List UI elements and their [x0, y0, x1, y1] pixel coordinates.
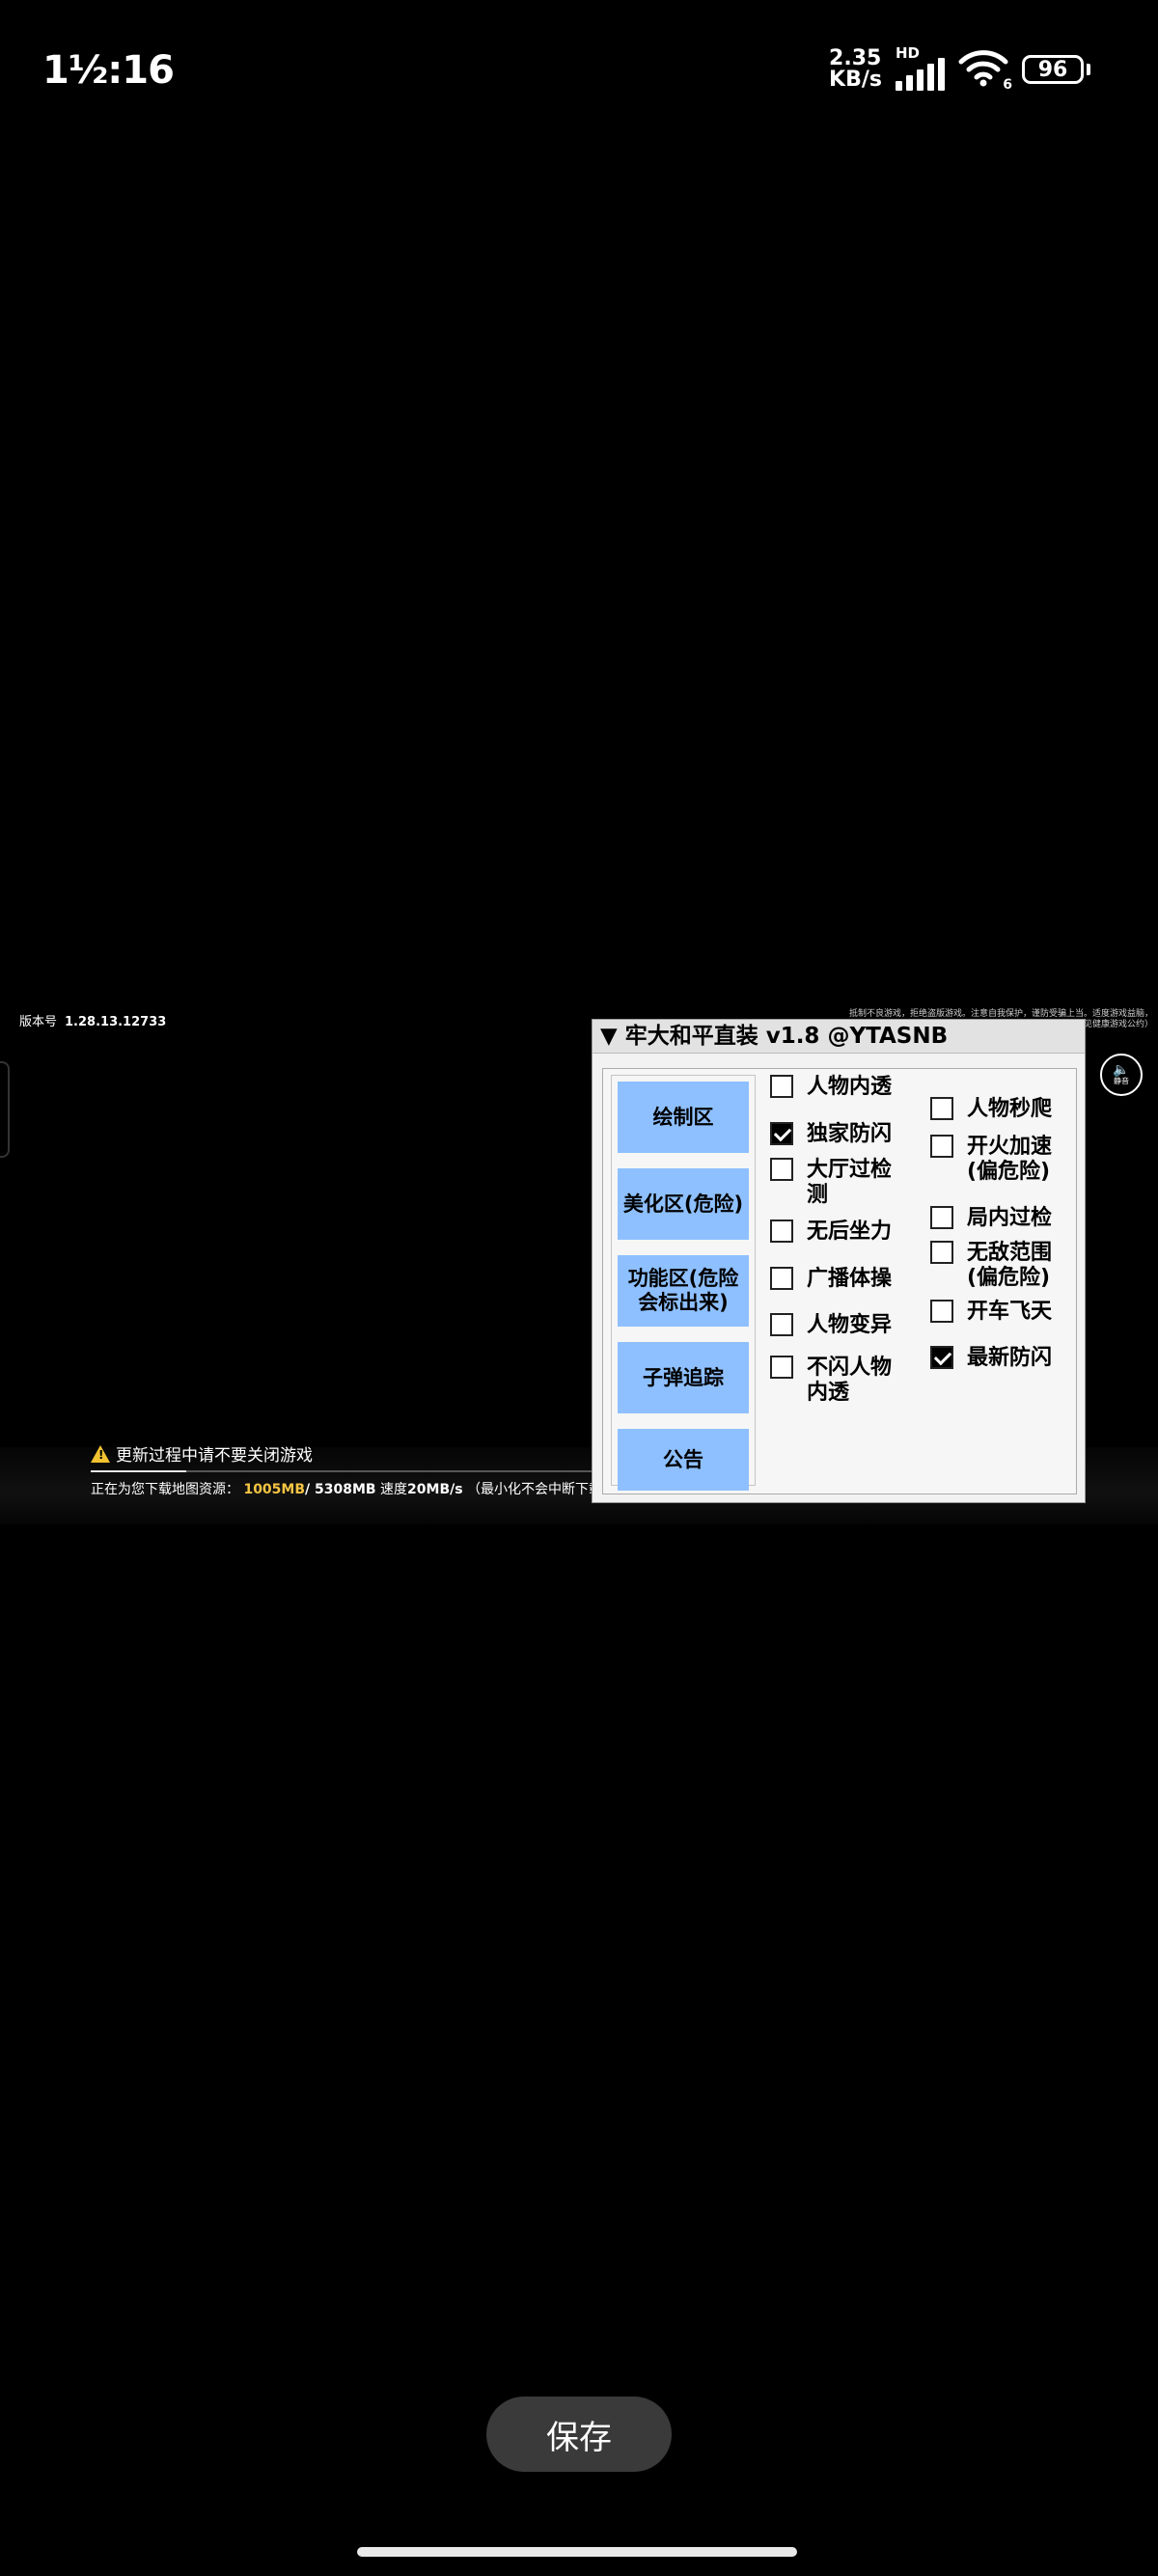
checkbox-option[interactable]: 开车飞天 — [930, 1300, 1052, 1325]
update-warning: ! 更新过程中请不要关闭游戏 — [91, 1441, 313, 1466]
checkbox-label: 人物内透 — [807, 1075, 893, 1099]
wifi-number: 6 — [1003, 77, 1012, 93]
tab-bullet-tracking[interactable]: 子弹追踪 — [618, 1342, 749, 1413]
download-speed-label: 速度 — [375, 1482, 408, 1497]
battery-icon: 96 — [1022, 55, 1090, 84]
version-number: 1.28.13.12733 — [65, 1015, 167, 1029]
checkbox-label: 无后坐力 — [807, 1219, 893, 1244]
checkbox-label: 局内过检 — [967, 1206, 1053, 1230]
checkbox-option[interactable]: 人物秒爬 — [930, 1097, 1052, 1122]
checkbox-option[interactable]: 不闪人物 内透 — [770, 1356, 892, 1406]
checkbox-unchecked-icon[interactable] — [930, 1241, 953, 1264]
checkbox-option[interactable]: 广播体操 — [770, 1267, 892, 1292]
checkbox-option[interactable]: 大厅过检 测 — [770, 1158, 892, 1208]
download-prefix: 正在为您下载地图资源： — [91, 1482, 239, 1497]
checkbox-label: 无敌范围 (偏危险) — [967, 1241, 1053, 1290]
checkbox-option[interactable]: 无敌范围 (偏危险) — [930, 1241, 1052, 1291]
mod-menu-panel: ▼ 牢大和平直装 v1.8 @YTASNB 绘制区 美化区(危险) 功能区(危险… — [592, 1019, 1086, 1503]
warning-icon: ! — [91, 1444, 110, 1463]
checkbox-option[interactable]: 人物内透 — [770, 1075, 892, 1100]
tab-functions[interactable]: 功能区(危险 会标出来) — [618, 1255, 749, 1327]
download-progress-fill — [91, 1470, 186, 1472]
download-done: 1005MB — [243, 1482, 306, 1497]
download-speed: 20MB/s — [407, 1482, 463, 1497]
checkbox-label: 开火加速 (偏危险) — [967, 1135, 1053, 1184]
network-speed-value: 2.35 — [829, 46, 882, 70]
battery-level: 96 — [1022, 55, 1084, 84]
checkbox-unchecked-icon[interactable] — [770, 1158, 793, 1181]
panel-title[interactable]: ▼ 牢大和平直装 v1.8 @YTASNB — [593, 1020, 1085, 1054]
checkbox-option[interactable]: 局内过检 — [930, 1206, 1052, 1231]
checkbox-option[interactable]: 开火加速 (偏危险) — [930, 1135, 1052, 1185]
panel-content: 绘制区 美化区(危险) 功能区(危险 会标出来) 子弹追踪 公告 人物内透独家防… — [602, 1068, 1077, 1494]
save-button[interactable]: 保存 — [486, 2397, 672, 2472]
game-version: 版本号 1.28.13.12733 — [19, 1011, 166, 1029]
tab-draw[interactable]: 绘制区 — [618, 1082, 749, 1153]
checkbox-unchecked-icon[interactable] — [930, 1097, 953, 1120]
hd-label: HD — [896, 44, 921, 62]
checkbox-checked-icon[interactable] — [770, 1122, 793, 1145]
checkbox-option[interactable]: 最新防闪 — [930, 1346, 1052, 1371]
speaker-icon: 🔈 — [1113, 1062, 1130, 1078]
checkbox-unchecked-icon[interactable] — [930, 1206, 953, 1229]
checkbox-unchecked-icon[interactable] — [770, 1356, 793, 1379]
checkbox-label: 独家防闪 — [807, 1122, 893, 1146]
checkbox-option[interactable]: 人物变异 — [770, 1313, 892, 1338]
network-speed-unit: KB/s — [829, 68, 882, 92]
status-icons: 2.35 KB/s HD 6 96 — [829, 44, 1090, 93]
network-speed: 2.35 KB/s — [829, 48, 882, 91]
checkbox-label: 广播体操 — [807, 1267, 893, 1291]
tab-column: 绘制区 美化区(危险) 功能区(危险 会标出来) 子弹追踪 公告 — [611, 1075, 756, 1491]
checkbox-label: 不闪人物 内透 — [807, 1356, 893, 1405]
mute-button[interactable]: 🔈 静音 — [1100, 1054, 1143, 1096]
checkbox-checked-icon[interactable] — [930, 1346, 953, 1369]
checkbox-unchecked-icon[interactable] — [770, 1267, 793, 1290]
status-time: 1½:16 — [42, 48, 175, 93]
signal-bars-icon: HD — [896, 44, 945, 91]
download-progress-bar — [91, 1470, 593, 1472]
wifi-icon: 6 — [958, 48, 1012, 93]
checkbox-unchecked-icon[interactable] — [770, 1219, 793, 1243]
checkbox-unchecked-icon[interactable] — [770, 1075, 793, 1098]
checkbox-label: 最新防闪 — [967, 1346, 1053, 1370]
checkbox-option[interactable]: 无后坐力 — [770, 1219, 892, 1245]
checkbox-unchecked-icon[interactable] — [930, 1300, 953, 1323]
tab-announcement[interactable]: 公告 — [618, 1429, 749, 1491]
download-total: / 5308MB — [305, 1482, 376, 1497]
checkbox-label: 大厅过检 测 — [807, 1158, 893, 1207]
update-warning-text: 更新过程中请不要关闭游戏 — [116, 1446, 313, 1466]
checkbox-option[interactable]: 独家防闪 — [770, 1122, 892, 1147]
checkbox-label: 人物变异 — [807, 1313, 893, 1337]
download-status: 正在为您下载地图资源： 1005MB/ 5308MB 速度20MB/s （最小化… — [91, 1479, 616, 1498]
version-label: 版本号 — [19, 1015, 58, 1029]
tab-beautify[interactable]: 美化区(危险) — [618, 1168, 749, 1240]
home-indicator[interactable] — [357, 2547, 797, 2557]
side-drawer-handle[interactable] — [0, 1061, 10, 1158]
checkbox-label: 人物秒爬 — [967, 1097, 1053, 1121]
mute-label: 静音 — [1114, 1077, 1129, 1085]
checkbox-unchecked-icon[interactable] — [770, 1313, 793, 1336]
checkbox-unchecked-icon[interactable] — [930, 1135, 953, 1158]
checkbox-label: 开车飞天 — [967, 1300, 1053, 1324]
